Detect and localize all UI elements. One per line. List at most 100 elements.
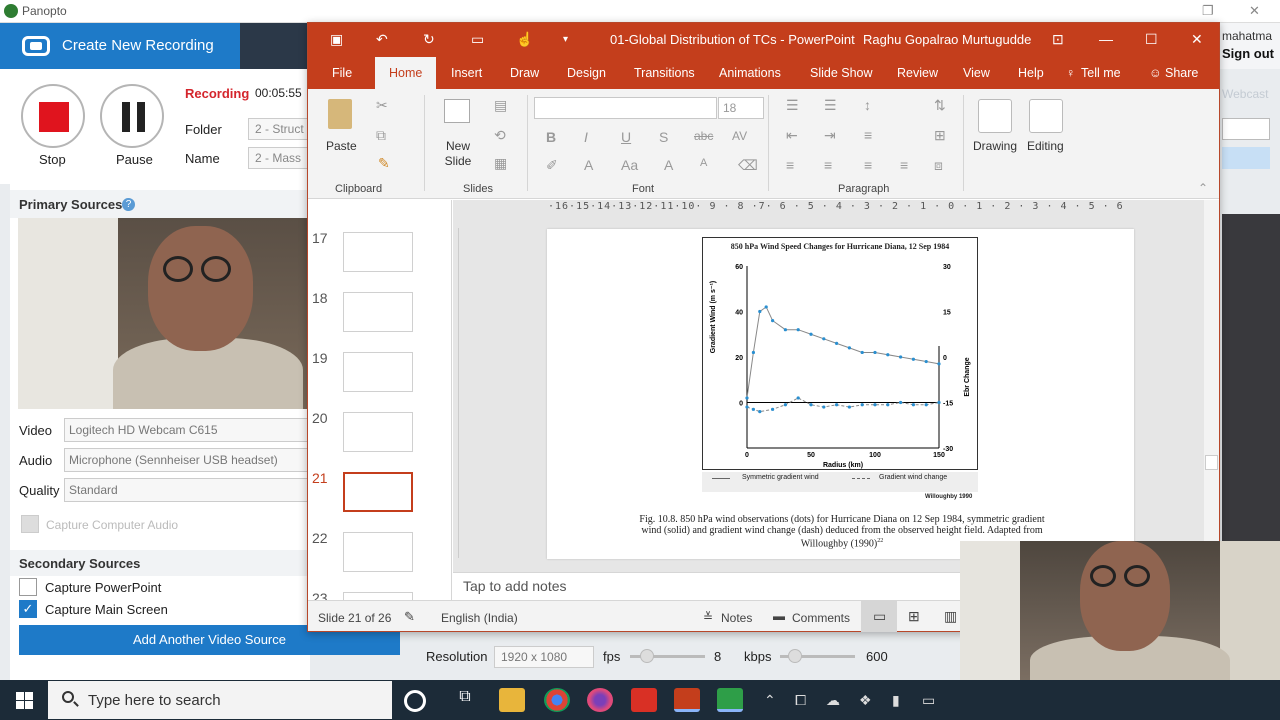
ppt-close-icon[interactable]: ✕ — [1191, 31, 1203, 48]
slide-thumbnail-22[interactable] — [343, 532, 413, 572]
acrobat-icon[interactable] — [631, 688, 657, 712]
char-spacing-icon[interactable]: AV — [732, 129, 747, 143]
dropbox-icon[interactable]: ❖ — [859, 692, 873, 708]
section-icon[interactable]: ▦ — [494, 155, 507, 172]
task-view-icon[interactable]: ⧉ — [452, 688, 478, 712]
format-painter-icon[interactable]: ✎ — [378, 155, 390, 172]
chrome-icon[interactable] — [544, 688, 570, 712]
share-button[interactable]: Share — [1165, 66, 1198, 80]
columns-icon[interactable]: ≡ — [864, 127, 872, 143]
slide-sorter-icon[interactable]: ⊞ — [908, 608, 920, 625]
manage-tab[interactable] — [240, 23, 310, 69]
copy-icon[interactable]: ⧉ — [376, 127, 386, 144]
firefox-icon[interactable] — [587, 688, 613, 712]
battery-icon[interactable]: ▭ — [922, 692, 936, 708]
align-text-icon[interactable]: ⊞ — [934, 127, 946, 144]
tab-design[interactable]: Design — [567, 66, 606, 80]
touch-mode-icon[interactable]: ☝ — [516, 31, 533, 48]
create-recording-button[interactable]: Create New Recording — [0, 23, 240, 69]
sign-out-link[interactable]: Sign out — [1222, 46, 1274, 61]
undo-icon[interactable]: ↶ — [376, 31, 388, 48]
font-name-box[interactable] — [534, 97, 717, 119]
justify-icon[interactable]: ≡ — [900, 157, 908, 173]
webcast-button[interactable] — [1222, 147, 1270, 169]
reset-icon[interactable]: ⟲ — [494, 127, 506, 144]
font-size-box[interactable]: 18 — [718, 97, 764, 119]
tab-draw[interactable]: Draw — [510, 66, 539, 80]
center-icon[interactable]: ≡ — [824, 157, 832, 173]
tab-view[interactable]: View — [963, 66, 990, 80]
redo-icon[interactable]: ↻ — [423, 31, 435, 48]
tell-me-box[interactable]: Tell me — [1081, 66, 1121, 80]
slide-thumbnail-18[interactable] — [343, 292, 413, 332]
editing-button[interactable]: Editing — [1027, 139, 1064, 153]
file-explorer-icon[interactable] — [499, 688, 525, 712]
tab-help[interactable]: Help — [1018, 66, 1044, 80]
onedrive-icon[interactable]: ☁ — [826, 692, 840, 708]
save-icon[interactable]: ▣ — [330, 31, 343, 48]
slide-thumbnail-19[interactable] — [343, 352, 413, 392]
strikethrough-icon[interactable]: abc — [694, 129, 713, 143]
decrease-indent-icon[interactable]: ⇤ — [786, 127, 798, 144]
taskbar-search[interactable]: Type here to search — [48, 681, 392, 719]
new-slide-button[interactable]: New Slide — [438, 139, 478, 169]
tray-app-icon[interactable]: ⧠ — [795, 692, 809, 708]
shrink-font-icon[interactable]: A — [700, 157, 707, 169]
layout-icon[interactable]: ▤ — [494, 97, 507, 114]
help-icon[interactable]: ? — [122, 198, 135, 211]
cut-icon[interactable]: ✂ — [376, 97, 388, 114]
powerpoint-taskbar-icon[interactable] — [674, 688, 700, 712]
text-direction-icon[interactable]: ⇅ — [934, 97, 946, 114]
spellcheck-icon[interactable]: ✎ — [404, 609, 415, 625]
cortana-icon[interactable] — [404, 690, 426, 712]
bullets-icon[interactable]: ☰ — [786, 97, 799, 114]
minimize-icon[interactable]: — — [1099, 31, 1113, 47]
editor-scrollbar[interactable] — [1204, 200, 1219, 572]
restore-icon[interactable]: ❐ — [1202, 3, 1214, 19]
bold-icon[interactable]: B — [546, 129, 556, 145]
line-spacing-icon[interactable]: ↕ — [864, 97, 871, 113]
quality-select[interactable]: Standard — [64, 478, 310, 502]
tab-insert[interactable]: Insert — [451, 66, 482, 80]
underline-icon[interactable]: U — [621, 129, 631, 145]
tab-slide-show[interactable]: Slide Show — [810, 66, 873, 80]
reading-view-icon[interactable]: ▥ — [944, 608, 957, 625]
slide-thumbnail-20[interactable] — [343, 412, 413, 452]
tab-transitions[interactable]: Transitions — [634, 66, 695, 80]
slide-thumbnail-21[interactable] — [343, 472, 413, 512]
pause-button[interactable] — [100, 84, 164, 148]
scroll-thumb[interactable] — [1205, 455, 1218, 470]
close-icon[interactable]: ✕ — [1249, 3, 1260, 19]
drawing-button[interactable]: Drawing — [973, 139, 1017, 153]
audio-select[interactable]: Microphone (Sennheiser USB headset) — [64, 448, 310, 472]
italic-icon[interactable]: I — [584, 129, 588, 145]
numbering-icon[interactable]: ☰ — [824, 97, 837, 114]
capture-audio-checkbox[interactable] — [21, 515, 39, 533]
current-slide[interactable]: 850 hPa Wind Speed Changes for Hurricane… — [547, 229, 1134, 559]
grow-font-icon[interactable]: A — [664, 157, 673, 173]
language-label[interactable]: English (India) — [441, 611, 518, 625]
new-slide-icon[interactable] — [444, 99, 470, 123]
panopto-taskbar-icon[interactable] — [717, 688, 743, 712]
tab-home[interactable]: Home — [375, 57, 437, 89]
resolution-select[interactable]: 1920 x 1080 — [494, 646, 594, 668]
paste-button[interactable]: Paste — [326, 139, 357, 153]
webcast-input[interactable] — [1222, 118, 1270, 140]
tray-expand-icon[interactable]: ⌃ — [764, 692, 778, 708]
editing-search-icon[interactable] — [1029, 99, 1063, 133]
ribbon-display-icon[interactable]: ⊡ — [1052, 31, 1064, 48]
drawing-icon[interactable] — [978, 99, 1012, 133]
align-right-icon[interactable]: ≡ — [864, 157, 872, 173]
tab-file[interactable]: File — [332, 66, 352, 80]
present-icon[interactable]: ▭ — [471, 31, 484, 48]
slide-thumbnail-17[interactable] — [343, 232, 413, 272]
align-left-icon[interactable]: ≡ — [786, 157, 794, 173]
customize-icon[interactable]: ▾ — [563, 34, 568, 45]
notes-button[interactable]: Notes — [721, 611, 752, 625]
kbps-slider-handle[interactable] — [788, 649, 802, 663]
shadow-icon[interactable]: S — [659, 129, 668, 145]
tab-review[interactable]: Review — [897, 66, 938, 80]
start-button[interactable] — [16, 692, 33, 709]
increase-indent-icon[interactable]: ⇥ — [824, 127, 836, 144]
fps-slider-handle[interactable] — [640, 649, 654, 663]
